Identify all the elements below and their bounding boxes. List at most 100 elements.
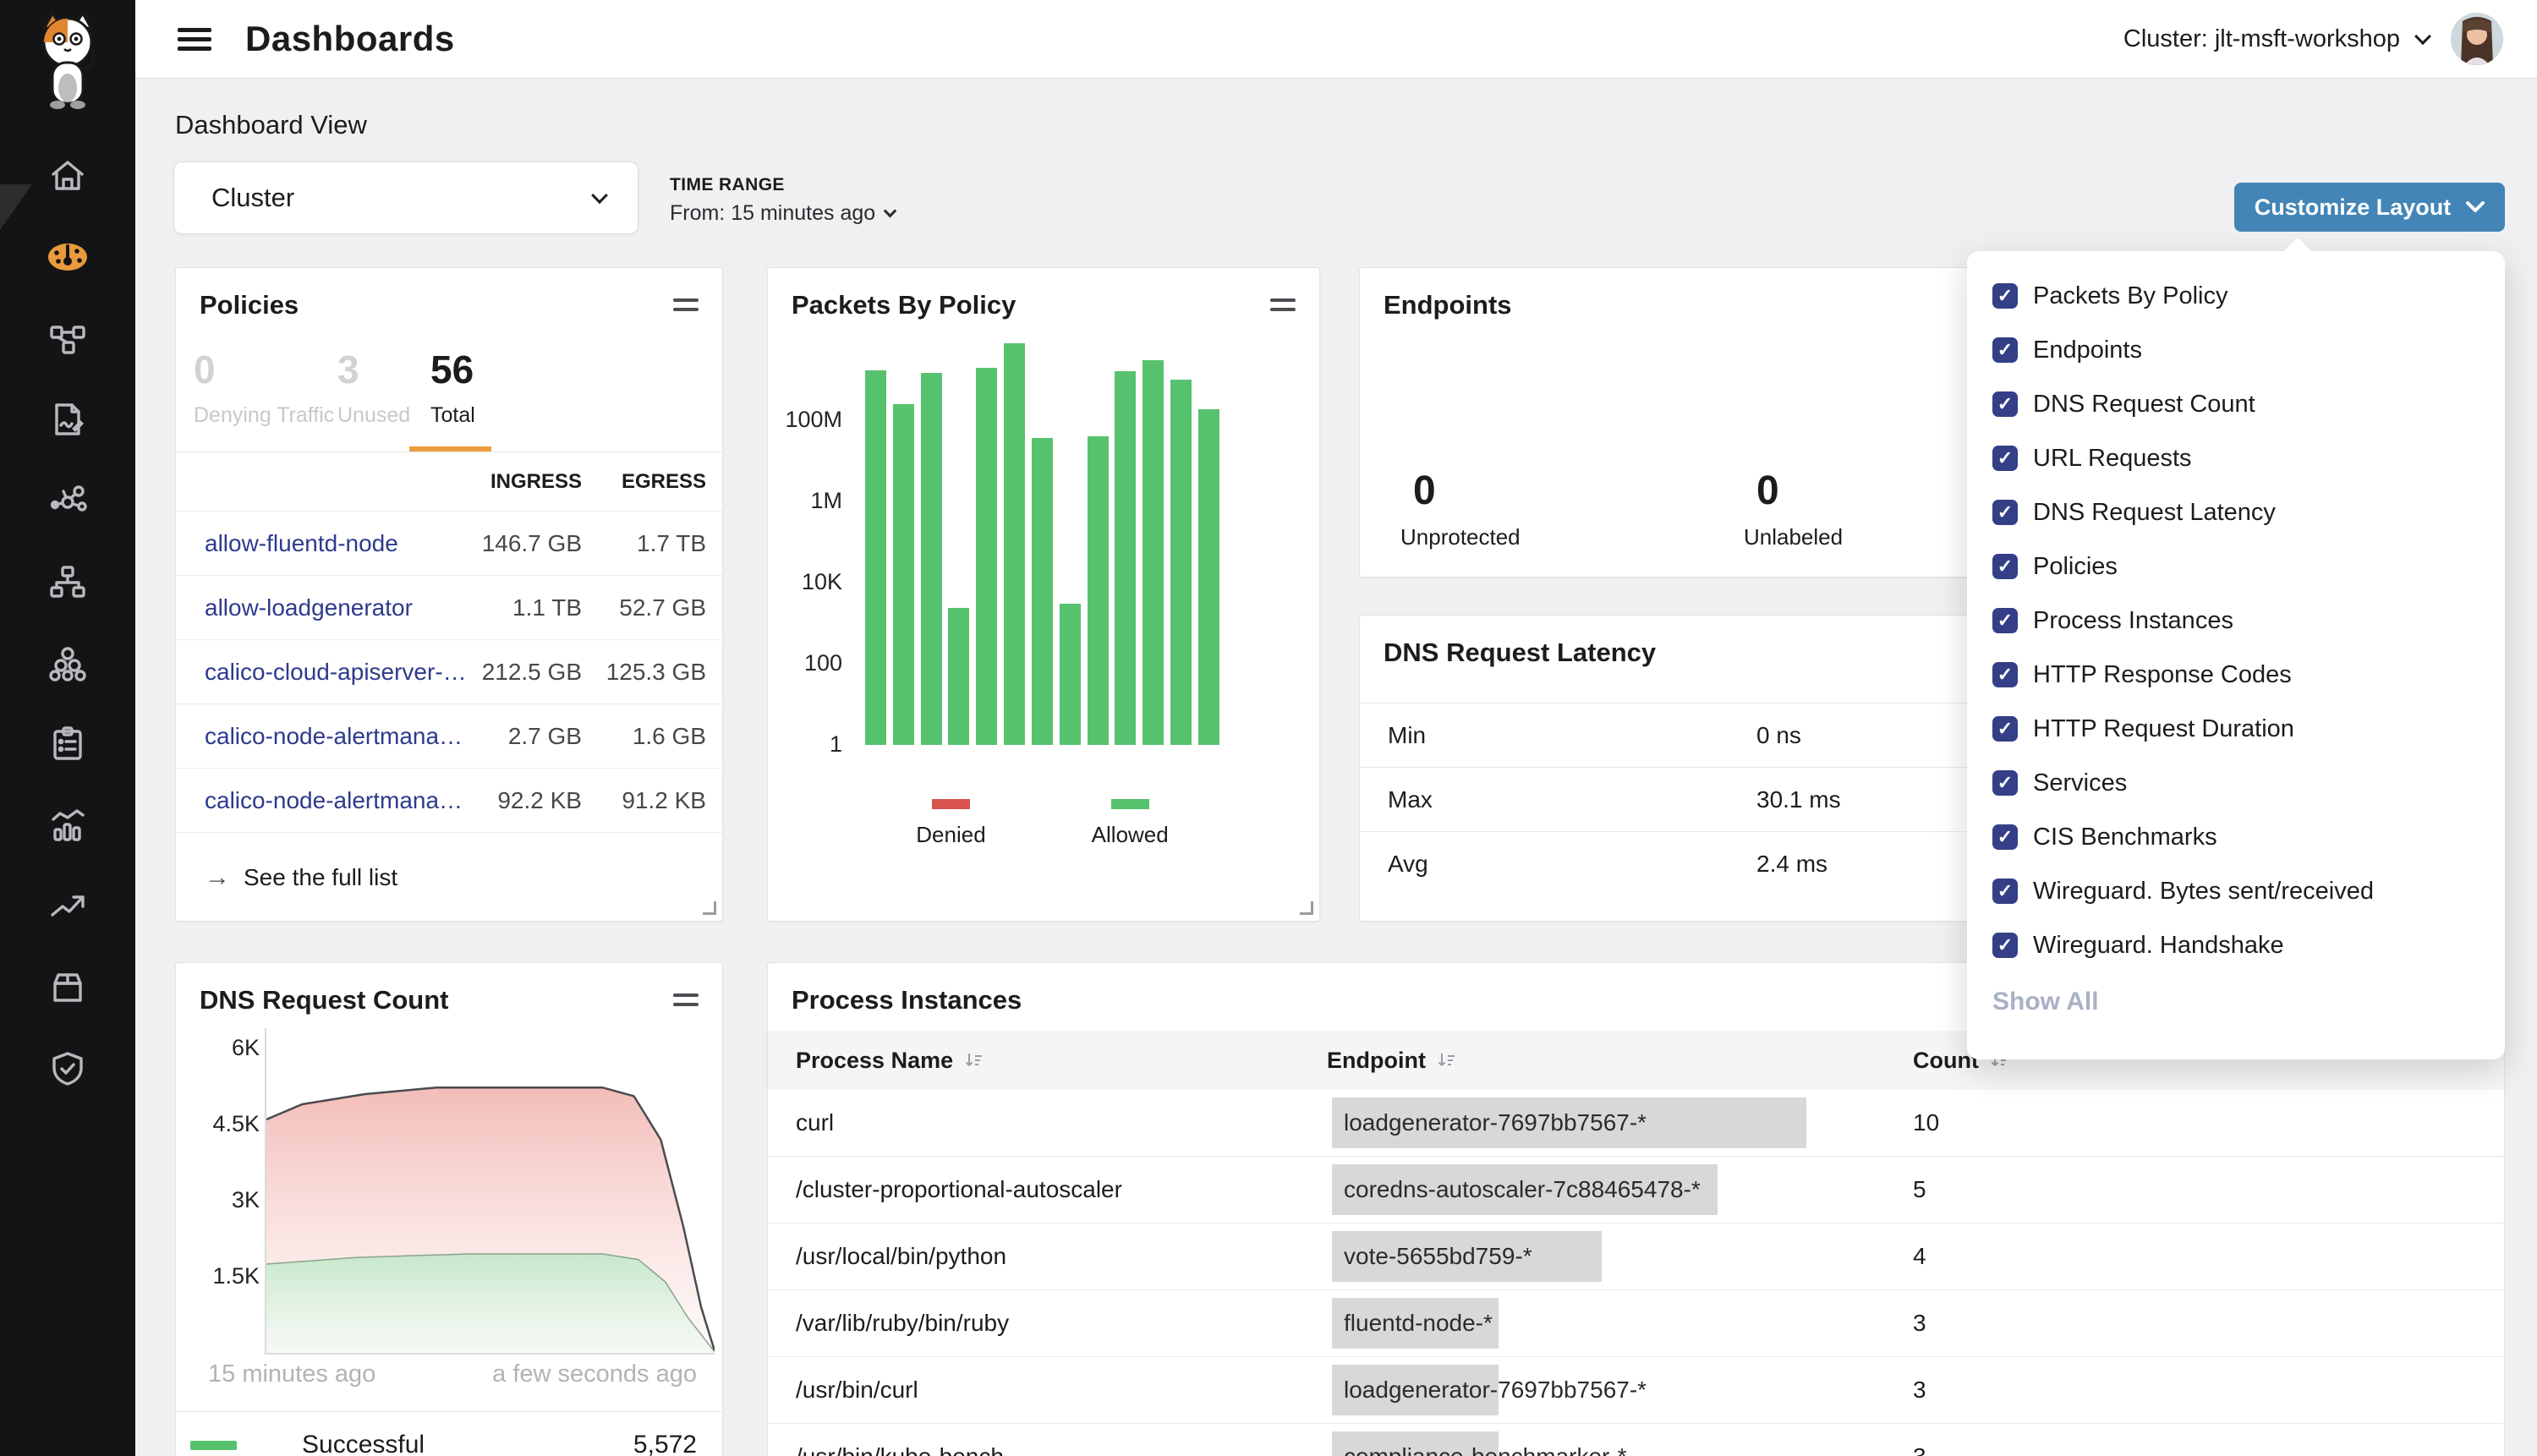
checkbox-checked-icon[interactable]: ✓ bbox=[1992, 662, 2018, 687]
stat-label: Denying Traffic bbox=[194, 403, 337, 428]
bar[interactable] bbox=[921, 373, 942, 745]
sidebar-item-packages[interactable] bbox=[0, 949, 135, 1030]
page-title: Dashboards bbox=[245, 19, 455, 59]
checkbox-checked-icon[interactable]: ✓ bbox=[1992, 500, 2018, 525]
menu-item-dns-request-count[interactable]: ✓DNS Request Count bbox=[1967, 377, 2505, 431]
policies-stat-denying-traffic[interactable]: 0Denying Traffic bbox=[194, 348, 337, 428]
process-name-cell: /usr/local/bin/python bbox=[768, 1243, 1327, 1270]
legend-row-successful[interactable]: Successful 5,572 bbox=[176, 1412, 722, 1456]
bar[interactable] bbox=[1142, 360, 1164, 745]
column-header-process-name[interactable]: Process Name bbox=[768, 1048, 1327, 1074]
checkbox-checked-icon[interactable]: ✓ bbox=[1992, 337, 2018, 363]
sort-icon bbox=[1436, 1050, 1456, 1070]
menu-item-process-instances[interactable]: ✓Process Instances bbox=[1967, 594, 2505, 648]
drag-handle-icon[interactable] bbox=[673, 298, 699, 317]
see-full-list-link[interactable]: → See the full list bbox=[176, 832, 722, 922]
resize-handle[interactable] bbox=[703, 901, 716, 915]
checkbox-checked-icon[interactable]: ✓ bbox=[1992, 770, 2018, 796]
stat-value: 56 bbox=[430, 348, 475, 391]
sidebar-item-compliance[interactable] bbox=[0, 705, 135, 786]
checkbox-checked-icon[interactable]: ✓ bbox=[1992, 608, 2018, 633]
bar[interactable] bbox=[865, 370, 886, 745]
bar[interactable] bbox=[1115, 371, 1136, 745]
calico-cat-logo[interactable] bbox=[24, 10, 112, 110]
bar[interactable] bbox=[1198, 409, 1219, 745]
endpoint-cell: compliance-benchmarker-* bbox=[1327, 1424, 1913, 1456]
bar[interactable] bbox=[976, 368, 997, 745]
table-row: /usr/bin/kube-benchcompliance-benchmarke… bbox=[768, 1424, 2504, 1456]
dashboard-view-select[interactable]: Cluster bbox=[173, 161, 638, 234]
checkbox-checked-icon[interactable]: ✓ bbox=[1992, 391, 2018, 417]
policy-link[interactable]: allow-fluentd-node bbox=[205, 530, 480, 557]
table-row: calico-cloud-apiserver-…212.5 GB125.3 GB bbox=[176, 639, 722, 703]
bar[interactable] bbox=[1170, 380, 1192, 745]
menu-item-wireguard-handshake[interactable]: ✓Wireguard. Handshake bbox=[1967, 918, 2505, 972]
stats-chart-icon bbox=[48, 806, 87, 849]
packets-by-policy-card: Packets By Policy 110010K1M100M DeniedAl… bbox=[767, 267, 1320, 922]
menu-item-endpoints[interactable]: ✓Endpoints bbox=[1967, 323, 2505, 377]
endpoint-cell: loadgenerator-7697bb7567-* bbox=[1327, 1090, 1913, 1156]
menu-item-http-response-codes[interactable]: ✓HTTP Response Codes bbox=[1967, 648, 2505, 702]
sidebar-item-home[interactable] bbox=[0, 137, 135, 218]
latency-value: 0 ns bbox=[1756, 722, 1801, 749]
endpoint-cell: loadgenerator-7697bb7567-* bbox=[1327, 1357, 1913, 1423]
checkbox-checked-icon[interactable]: ✓ bbox=[1992, 933, 2018, 958]
bar[interactable] bbox=[1060, 604, 1081, 745]
legend-item-denied[interactable]: Denied bbox=[916, 799, 985, 848]
area-chart-x-axis: 15 minutes ago a few seconds ago bbox=[208, 1360, 697, 1388]
menu-item-label: HTTP Request Duration bbox=[2033, 715, 2294, 743]
time-range-value[interactable]: From: 15 minutes ago bbox=[670, 201, 895, 226]
sidebar-item-trends[interactable] bbox=[0, 868, 135, 949]
policies-stat-total[interactable]: 56Total bbox=[430, 348, 475, 428]
menu-item-policies[interactable]: ✓Policies bbox=[1967, 539, 2505, 594]
menu-item-http-request-duration[interactable]: ✓ HTTP Request Duration bbox=[1967, 702, 2505, 756]
checkbox-checked-icon[interactable]: ✓ bbox=[1992, 446, 2018, 471]
checkbox-checked-icon[interactable]: ✓ bbox=[1992, 879, 2018, 904]
bar[interactable] bbox=[893, 404, 914, 745]
menu-item-cis-benchmarks[interactable]: ✓CIS Benchmarks bbox=[1967, 810, 2505, 864]
hamburger-menu-button[interactable] bbox=[174, 19, 215, 59]
bar[interactable] bbox=[1032, 438, 1053, 745]
menu-item-wireguard-bytes-sent-received[interactable]: ✓Wireguard. Bytes sent/received bbox=[1967, 864, 2505, 918]
policy-editor-icon bbox=[48, 400, 87, 443]
sidebar-item-service-graph[interactable] bbox=[0, 462, 135, 543]
sidebar-item-nodes[interactable] bbox=[0, 624, 135, 705]
menu-item-packets-by-policy[interactable]: ✓Packets By Policy bbox=[1967, 269, 2505, 323]
customize-layout-button[interactable]: Customize Layout bbox=[2234, 183, 2505, 232]
checkbox-checked-icon[interactable]: ✓ bbox=[1992, 824, 2018, 850]
bar[interactable] bbox=[948, 608, 969, 745]
policy-link[interactable]: calico-node-alertmana… bbox=[205, 787, 480, 814]
bar[interactable] bbox=[1004, 343, 1025, 745]
resize-handle[interactable] bbox=[1300, 901, 1313, 915]
column-header-endpoint[interactable]: Endpoint bbox=[1327, 1048, 1913, 1074]
endpoint-value: loadgenerator-7697bb7567-* bbox=[1344, 1109, 1647, 1136]
policy-link[interactable]: allow-loadgenerator bbox=[205, 594, 480, 621]
show-all-link[interactable]: Show All bbox=[1992, 988, 2505, 1016]
menu-item-url-requests[interactable]: ✓ URL Requests bbox=[1967, 431, 2505, 485]
sidebar-item-dashboards[interactable] bbox=[0, 218, 135, 299]
egress-value: 125.3 GB bbox=[582, 659, 706, 686]
network-tree-icon bbox=[48, 562, 87, 605]
checkbox-checked-icon[interactable]: ✓ bbox=[1992, 283, 2018, 309]
checkbox-checked-icon[interactable]: ✓ bbox=[1992, 716, 2018, 742]
drag-handle-icon[interactable] bbox=[1270, 298, 1296, 317]
menu-item-dns-request-latency[interactable]: ✓DNS Request Latency bbox=[1967, 485, 2505, 539]
user-avatar[interactable] bbox=[2451, 13, 2503, 65]
bar[interactable] bbox=[1088, 436, 1109, 745]
sidebar-item-network-flow[interactable] bbox=[0, 299, 135, 380]
process-name-cell: curl bbox=[768, 1109, 1327, 1136]
sidebar-item-threat-defense[interactable] bbox=[0, 1030, 135, 1111]
sidebar-item-network-tree[interactable] bbox=[0, 543, 135, 624]
sidebar-item-statistics[interactable] bbox=[0, 786, 135, 868]
cluster-selector[interactable]: Cluster: jlt-msft-workshop bbox=[2123, 25, 2429, 53]
checkbox-checked-icon[interactable]: ✓ bbox=[1992, 554, 2018, 579]
drag-handle-icon[interactable] bbox=[673, 993, 699, 1012]
menu-item-services[interactable]: ✓Services bbox=[1967, 756, 2505, 810]
policy-link[interactable]: calico-node-alertmana… bbox=[205, 723, 480, 750]
policies-stat-unused[interactable]: 3Unused bbox=[337, 348, 430, 428]
menu-item-label: URL Requests bbox=[2033, 445, 2192, 473]
sidebar-item-policies[interactable] bbox=[0, 380, 135, 462]
column-header-ingress: INGRESS bbox=[480, 470, 582, 494]
legend-item-allowed[interactable]: Allowed bbox=[1092, 799, 1169, 848]
policy-link[interactable]: calico-cloud-apiserver-… bbox=[205, 659, 480, 686]
